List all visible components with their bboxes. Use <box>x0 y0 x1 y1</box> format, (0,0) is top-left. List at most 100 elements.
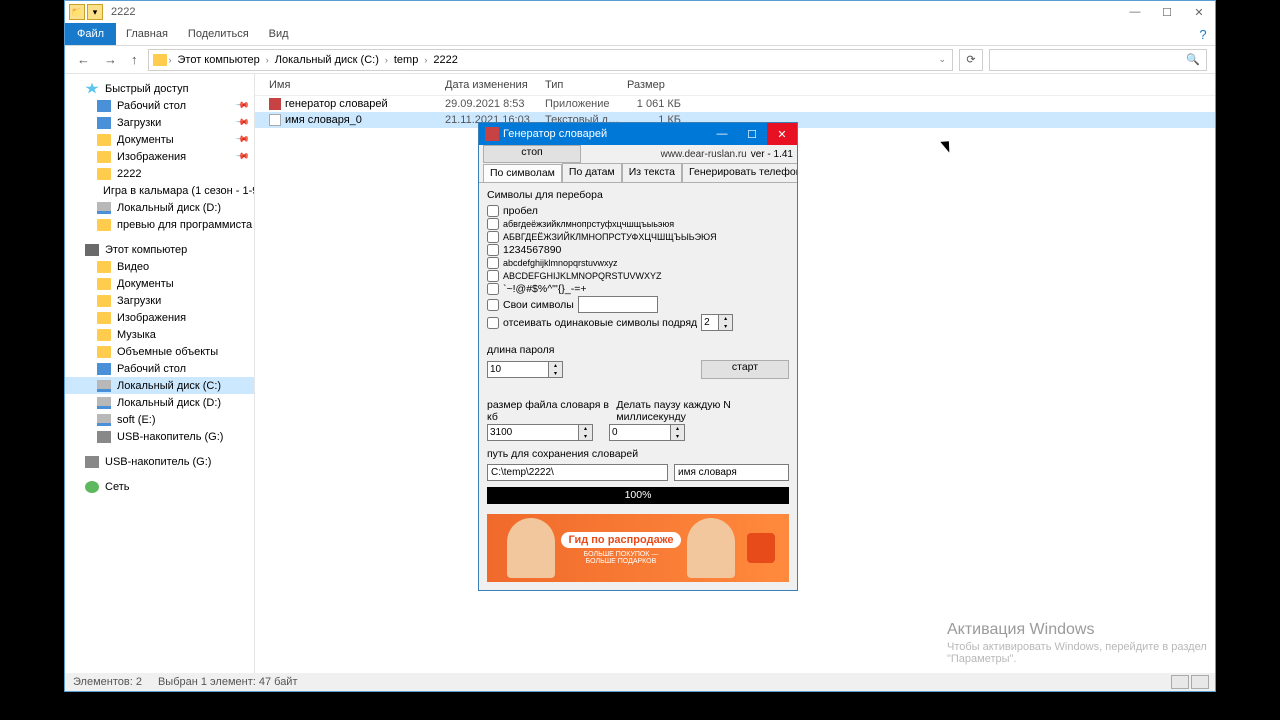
sidebar-quick-access[interactable]: Быстрый доступ <box>65 80 254 97</box>
sidebar-item[interactable]: 2222 <box>65 165 254 182</box>
sidebar-item[interactable]: Локальный диск (D:) <box>65 394 254 411</box>
help-icon[interactable]: ? <box>1191 23 1215 45</box>
sidebar-item[interactable]: Документы📌 <box>65 131 254 148</box>
checkbox-ru-upper[interactable]: АБВГДЕЁЖЗИЙКЛМНОПРСТУФХЦЧШЩЪЫЬЭЮЯ <box>487 231 789 243</box>
minimize-button[interactable]: — <box>1119 1 1151 23</box>
text-file-icon <box>269 114 281 126</box>
tab-share[interactable]: Поделиться <box>178 23 259 45</box>
selection-info: Выбран 1 элемент: 47 байт <box>158 676 298 688</box>
close-button[interactable]: ✕ <box>1183 1 1215 23</box>
banner-subtext: БОЛЬШЕ ПОКУПОК —БОЛЬШЕ ПОДАРКОВ <box>561 551 682 565</box>
group-label: Символы для перебора <box>487 189 789 201</box>
maximize-button[interactable]: ☐ <box>1151 1 1183 23</box>
dialog-titlebar[interactable]: Генератор словарей — ☐ ✕ <box>479 123 797 145</box>
window-titlebar: 📁 ▾ 2222 — ☐ ✕ <box>65 1 1215 23</box>
tab-by-dates[interactable]: По датам <box>562 163 622 182</box>
bag-icon <box>747 533 775 563</box>
breadcrumb[interactable]: Локальный диск (C:) <box>271 54 383 66</box>
person-image <box>687 518 735 578</box>
sidebar-item[interactable]: Игра в кальмара (1 сезон - 1-9 серии из <box>65 182 254 199</box>
ad-banner[interactable]: Гид по распродаже БОЛЬШЕ ПОКУПОК —БОЛЬШЕ… <box>487 514 789 582</box>
filter-count-stepper[interactable]: ▴▾ <box>701 314 733 331</box>
sidebar-item[interactable]: Объемные объекты <box>65 343 254 360</box>
start-button[interactable]: старт <box>701 360 789 379</box>
sidebar-usb[interactable]: USB-накопитель (G:) <box>65 453 254 470</box>
sidebar-item[interactable]: Изображения <box>65 309 254 326</box>
activation-watermark: Активация Windows Чтобы активировать Win… <box>947 621 1207 665</box>
tab-view[interactable]: Вид <box>259 23 299 45</box>
file-row[interactable]: генератор словарей 29.09.2021 8:53 Прило… <box>255 96 1215 112</box>
checkbox-custom[interactable]: Свои символы <box>487 299 574 311</box>
filename-input[interactable]: имя словаря <box>674 464 789 481</box>
sidebar-item[interactable]: Рабочий стол📌 <box>65 97 254 114</box>
address-bar: ← → ↑ › Этот компьютер› Локальный диск (… <box>65 46 1215 74</box>
ribbon: Файл Главная Поделиться Вид ? <box>65 23 1215 46</box>
sidebar-item[interactable]: Видео <box>65 258 254 275</box>
filesize-label: размер файла словаря в кб <box>487 399 612 423</box>
length-stepper[interactable]: ▴▾ <box>487 361 563 378</box>
view-large-icon[interactable] <box>1191 675 1209 689</box>
sidebar-item[interactable]: USB-накопитель (G:) <box>65 428 254 445</box>
sidebar-item[interactable]: soft (E:) <box>65 411 254 428</box>
checkbox-en-upper[interactable]: ABCDEFGHIJKLMNOPQRSTUVWXYZ <box>487 270 789 282</box>
version-label: ver - 1.41 <box>751 149 793 160</box>
checkbox-digits[interactable]: 1234567890 <box>487 244 789 256</box>
status-bar: Элементов: 2 Выбран 1 элемент: 47 байт <box>65 673 1215 691</box>
path-label: путь для сохранения словарей <box>487 448 789 460</box>
stop-button[interactable]: стоп <box>483 145 581 163</box>
folder-icon: 📁 <box>69 4 85 20</box>
generator-dialog: Генератор словарей — ☐ ✕ стоп www.dear-r… <box>478 122 798 591</box>
sidebar-item[interactable]: Загрузки <box>65 292 254 309</box>
sidebar-network[interactable]: Сеть <box>65 478 254 495</box>
app-icon <box>269 98 281 110</box>
checkbox-space[interactable]: пробел <box>487 205 789 217</box>
up-button[interactable]: ↑ <box>127 52 142 67</box>
refresh-button[interactable]: ⟳ <box>959 49 983 71</box>
dialog-minimize-button[interactable]: — <box>707 123 737 145</box>
tab-by-symbols[interactable]: По символам <box>483 164 562 183</box>
dialog-title: Генератор словарей <box>503 128 607 140</box>
checkbox-symbols[interactable]: `~!@#$%^"'{}_-=+ <box>487 283 789 295</box>
forward-button[interactable]: → <box>100 52 121 67</box>
sidebar-item[interactable]: Загрузки📌 <box>65 114 254 131</box>
app-icon <box>485 127 499 141</box>
breadcrumb[interactable]: temp <box>390 54 422 66</box>
item-count: Элементов: 2 <box>73 676 142 688</box>
sidebar-item[interactable]: Музыка <box>65 326 254 343</box>
folder-icon <box>153 54 167 66</box>
back-button[interactable]: ← <box>73 52 94 67</box>
sidebar-this-pc[interactable]: Этот компьютер <box>65 241 254 258</box>
column-headers[interactable]: Имя Дата изменения Тип Размер <box>255 74 1215 96</box>
search-input[interactable]: 🔍 <box>989 49 1207 71</box>
checkbox-filter[interactable]: отсеивать одинаковые символы подряд <box>487 317 697 329</box>
pause-stepper[interactable]: ▴▾ <box>609 424 685 441</box>
dialog-tabs: По символам По датам Из текста Генериров… <box>479 163 797 183</box>
path-box[interactable]: › Этот компьютер› Локальный диск (C:)› t… <box>148 49 954 71</box>
sidebar: Быстрый доступ Рабочий стол📌 Загрузки📌 Д… <box>65 74 255 673</box>
window-title: 2222 <box>111 6 135 18</box>
banner-headline: Гид по распродаже <box>561 532 682 548</box>
tab-phones[interactable]: Генерировать телефоны <box>682 163 797 182</box>
save-path-input[interactable]: C:\temp\2222\ <box>487 464 668 481</box>
pause-label: Делать паузу каждую N миллисекунду <box>616 399 789 423</box>
tab-home[interactable]: Главная <box>116 23 178 45</box>
checkbox-ru-lower[interactable]: абвгдеёжзийклмнопрстуфхцчшщъыьэюя <box>487 218 789 230</box>
sidebar-item[interactable]: превью для программиста <box>65 216 254 233</box>
sidebar-item[interactable]: Рабочий стол <box>65 360 254 377</box>
progress-bar: 100% <box>487 487 789 504</box>
dialog-maximize-button[interactable]: ☐ <box>737 123 767 145</box>
filesize-stepper[interactable]: ▴▾ <box>487 424 593 441</box>
tab-file[interactable]: Файл <box>65 23 116 45</box>
checkbox-en-lower[interactable]: abcdefghijklmnopqrstuvwxyz <box>487 257 789 269</box>
custom-symbols-input[interactable] <box>578 296 658 313</box>
view-details-icon[interactable] <box>1171 675 1189 689</box>
breadcrumb[interactable]: Этот компьютер <box>174 54 264 66</box>
tab-from-text[interactable]: Из текста <box>622 163 682 182</box>
breadcrumb[interactable]: 2222 <box>429 54 461 66</box>
person-image <box>507 518 555 578</box>
sidebar-item[interactable]: Локальный диск (D:) <box>65 199 254 216</box>
sidebar-item[interactable]: Изображения📌 <box>65 148 254 165</box>
sidebar-item[interactable]: Документы <box>65 275 254 292</box>
dialog-close-button[interactable]: ✕ <box>767 123 797 145</box>
sidebar-item[interactable]: Локальный диск (C:) <box>65 377 254 394</box>
